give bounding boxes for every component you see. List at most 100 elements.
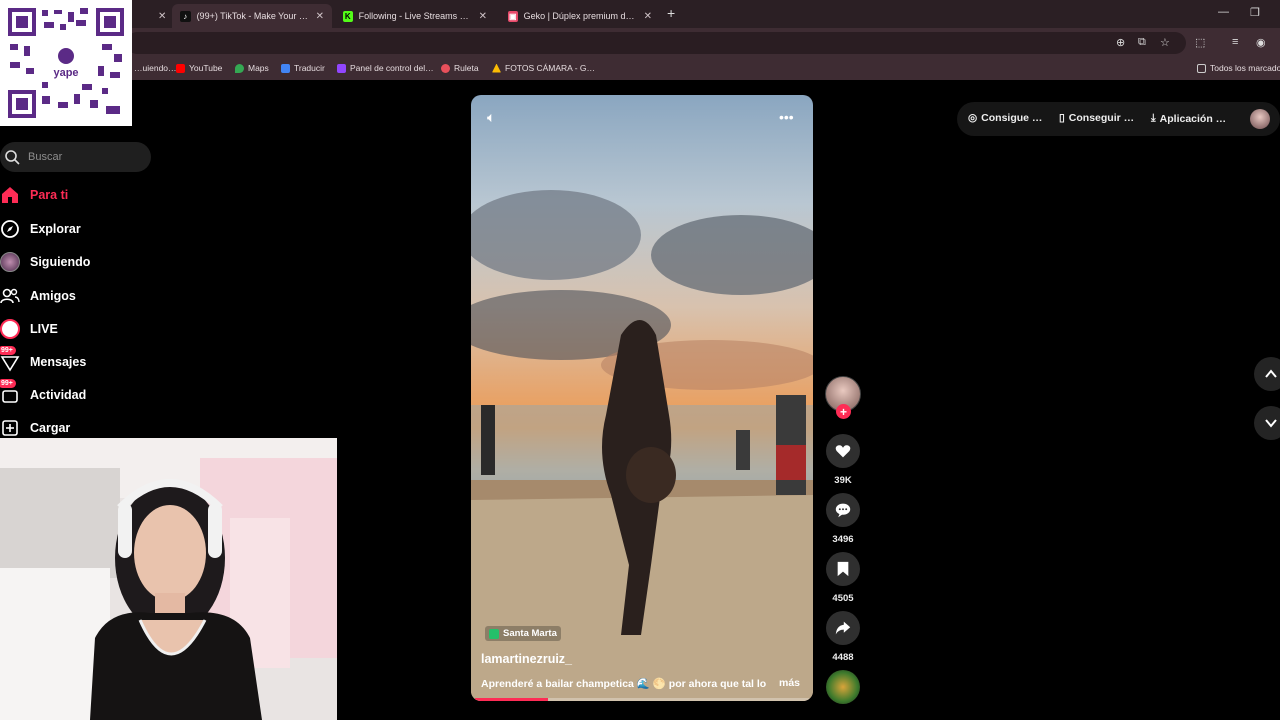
folder-icon	[1197, 63, 1206, 73]
phone-icon: ▯	[1059, 112, 1065, 124]
download-app-button[interactable]: ⤓ Aplicación …	[1151, 112, 1226, 125]
profile-avatar[interactable]	[1250, 109, 1270, 129]
zoom-icon[interactable]: ⊕	[1116, 36, 1125, 49]
live-icon	[0, 319, 20, 339]
share-count: 4488	[832, 652, 854, 663]
translate-icon	[281, 63, 290, 73]
sidebar-item-amigos[interactable]: Amigos	[0, 286, 76, 306]
bookmark-panel[interactable]: Panel de control del…	[337, 63, 434, 73]
comment-icon	[835, 503, 851, 518]
install-app-icon[interactable]: ⧉	[1138, 36, 1146, 49]
more-options-icon[interactable]: •••	[779, 109, 794, 125]
tab-kick[interactable]: K Following - Live Streams on Ki… ✕	[335, 4, 495, 28]
heart-icon	[835, 445, 851, 458]
yape-qr-code: yape	[0, 0, 132, 126]
activity-icon: 99+	[0, 379, 20, 405]
maps-icon	[235, 63, 244, 73]
coin-icon: ◎	[968, 112, 978, 124]
new-tab-button[interactable]: +	[667, 5, 675, 21]
tab-close-button[interactable]: ✕	[150, 4, 166, 28]
share-arrow-icon	[835, 621, 851, 635]
chevron-up-icon	[1265, 369, 1277, 378]
roulette-icon	[441, 63, 450, 73]
video-progress-bar[interactable]	[475, 698, 809, 701]
webcam-image	[0, 438, 337, 720]
tab-close-icon[interactable]: ✕	[479, 11, 487, 22]
save-button[interactable]	[826, 552, 860, 586]
previous-video-button[interactable]	[1254, 357, 1280, 391]
tab-geko[interactable]: ▣ Geko | Dúplex premium de 2 d… ✕	[500, 4, 660, 28]
follow-button[interactable]: +	[836, 404, 851, 419]
media-control-icon[interactable]: ≡	[1232, 36, 1238, 48]
sidebar-item-live[interactable]: LIVE	[0, 319, 58, 339]
twitch-icon	[337, 63, 346, 73]
caption-more-button[interactable]: más	[779, 677, 800, 689]
search-input[interactable]	[28, 151, 138, 163]
download-icon: ⤓	[1151, 112, 1156, 124]
following-avatar-icon	[0, 252, 20, 272]
webcam-overlay	[0, 438, 337, 720]
location-pin-icon	[489, 628, 499, 639]
search-icon	[5, 150, 20, 165]
messages-badge: 99+	[0, 346, 16, 355]
address-bar-row: ⊕ ⧉ ☆ ⬚ ≡ ◉	[0, 28, 1280, 58]
get-coins-button[interactable]: ◎ Consigue …	[968, 112, 1042, 124]
sidebar-item-cargar[interactable]: Cargar	[0, 418, 70, 438]
friends-icon	[0, 286, 20, 306]
kick-favicon-icon: K	[343, 10, 353, 22]
video-progress-fill	[475, 698, 549, 701]
video-player[interactable]: 🔈︎ ••• Santa Marta lamartinezruiz_ Apren…	[471, 95, 813, 701]
bookmark-ruleta[interactable]: Ruleta	[441, 63, 479, 73]
profile-icon[interactable]: ◉	[1256, 36, 1266, 49]
music-disc[interactable]	[826, 670, 860, 704]
drive-icon	[492, 63, 501, 73]
bookmark-siguiendo[interactable]: …uiendo…	[134, 63, 177, 73]
like-button[interactable]	[826, 434, 860, 468]
tiktok-favicon-icon: ♪	[180, 10, 191, 22]
comment-button[interactable]	[826, 493, 860, 527]
sidebar-item-mensajes[interactable]: 99+ Mensajes	[0, 346, 86, 372]
browser-tab-bar: ✕ ♪ (99+) TikTok - Make Your D… ✕ K Foll…	[0, 0, 1280, 28]
sidebar-item-actividad[interactable]: 99+ Actividad	[0, 379, 86, 405]
get-app-button[interactable]: ▯ Conseguir …	[1059, 112, 1134, 124]
address-bar[interactable]	[126, 32, 1186, 54]
video-username[interactable]: lamartinezruiz_	[481, 652, 572, 666]
video-frame	[471, 190, 813, 701]
save-count: 4505	[832, 593, 854, 604]
upload-icon	[0, 418, 20, 438]
next-video-button[interactable]	[1254, 406, 1280, 440]
restore-button[interactable]: ❐	[1250, 6, 1260, 19]
bookmarks-bar: …uiendo… YouTube Maps Traducir Panel de …	[0, 58, 1280, 80]
share-button[interactable]	[826, 611, 860, 645]
bookmark-icon	[837, 561, 849, 577]
tab-close-icon[interactable]: ✕	[644, 11, 652, 22]
compass-icon	[0, 219, 20, 239]
home-icon	[0, 185, 20, 205]
sidebar-item-para-ti[interactable]: Para ti	[0, 185, 68, 205]
sidebar-item-explorar[interactable]: Explorar	[0, 219, 81, 239]
qr-code-graphic: yape	[6, 6, 126, 120]
all-bookmarks[interactable]: Todos los marcados	[1197, 63, 1280, 73]
chevron-down-icon	[1265, 419, 1277, 428]
youtube-icon	[176, 63, 185, 73]
extensions-icon[interactable]: ⬚	[1195, 36, 1205, 49]
video-caption: Aprenderé a bailar champetica 🌊 🌕 por ah…	[481, 678, 767, 690]
tab-close-icon[interactable]: ✕	[316, 11, 324, 22]
activity-badge: 99+	[0, 379, 16, 388]
sidebar-item-siguiendo[interactable]: Siguiendo	[0, 252, 90, 272]
bookmark-maps[interactable]: Maps	[235, 63, 269, 73]
bookmark-star-icon[interactable]: ☆	[1160, 36, 1170, 49]
bookmark-youtube[interactable]: YouTube	[176, 63, 222, 73]
comment-count: 3496	[832, 534, 854, 545]
tab-tiktok[interactable]: ♪ (99+) TikTok - Make Your D… ✕	[172, 4, 332, 28]
geko-favicon-icon: ▣	[508, 10, 518, 22]
search-box[interactable]	[0, 142, 151, 172]
yape-logo-text: yape	[53, 67, 78, 79]
volume-icon[interactable]: 🔈︎	[487, 109, 495, 126]
location-tag[interactable]: Santa Marta	[485, 626, 561, 641]
bookmark-traducir[interactable]: Traducir	[281, 63, 325, 73]
bookmark-fotos[interactable]: FOTOS CÁMARA - G…	[492, 63, 595, 73]
minimize-button[interactable]: —	[1218, 6, 1229, 18]
messages-icon: 99+	[0, 346, 20, 372]
like-count: 39K	[834, 475, 852, 486]
